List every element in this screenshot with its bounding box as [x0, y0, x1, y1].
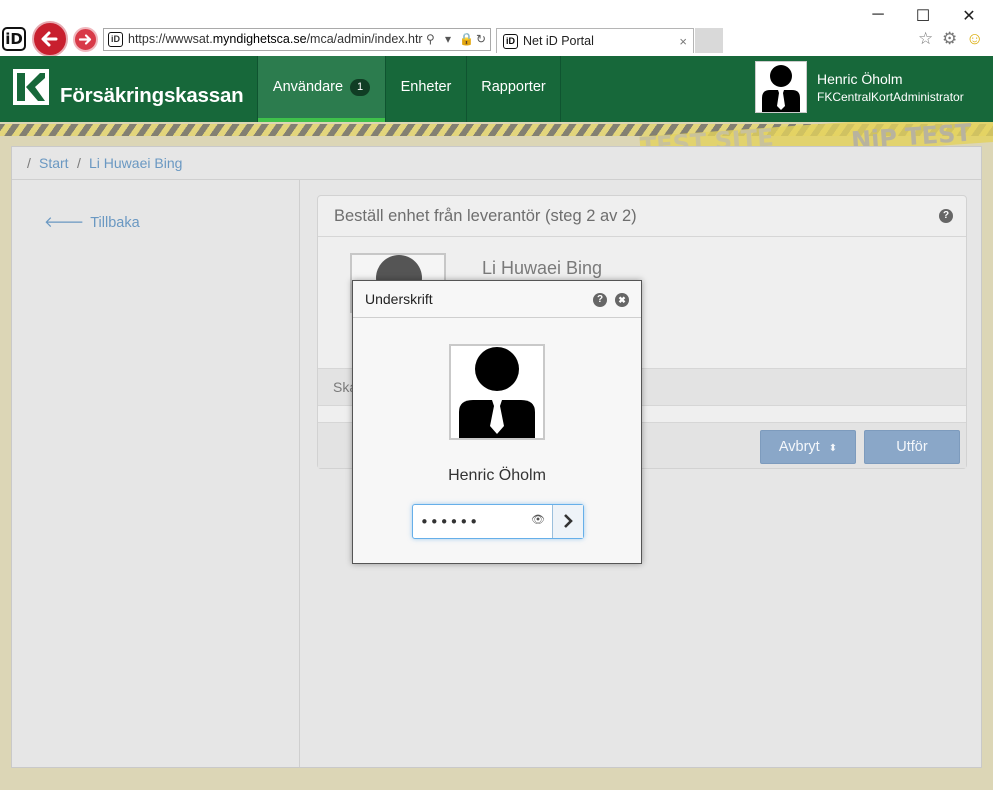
tab-favicon: iD — [503, 34, 518, 49]
address-bar[interactable]: iD https://wwwsat.myndighetsca.se/mca/ad… — [103, 28, 491, 51]
breadcrumb-user[interactable]: Li Huwaei Bing — [89, 147, 182, 180]
site-favicon: iD — [108, 32, 123, 47]
minimize-button[interactable]: ─ — [864, 6, 892, 24]
url-text[interactable]: https://wwwsat.myndighetsca.se/mca/admin… — [128, 29, 423, 50]
sort-caret-icon: ⬍ — [828, 443, 838, 454]
nav-anvandare[interactable]: Användare 1 — [257, 56, 386, 122]
new-tab-button[interactable] — [695, 28, 723, 53]
tab-title: Net iD Portal — [523, 34, 594, 48]
submit-button[interactable]: Utför — [864, 430, 960, 464]
user-name: Henric Öholm — [817, 71, 903, 87]
star-icon[interactable]: ☆ — [918, 29, 933, 49]
back-button[interactable] — [32, 21, 68, 57]
reveal-password-icon[interactable]: 👁 — [531, 513, 545, 526]
cancel-button-label: Avbryt — [778, 439, 820, 455]
gear-icon[interactable]: ⚙ — [942, 29, 957, 49]
user-silhouette-icon — [762, 65, 800, 112]
signer-name: Henric Öholm — [448, 467, 546, 484]
smiley-icon[interactable]: ☺ — [966, 29, 983, 49]
signature-dialog: Underskrift ? ✖ Henric Öholm 👁 — [352, 280, 642, 564]
nav-rapporter[interactable]: Rapporter — [467, 56, 561, 122]
tab-close-icon[interactable]: × — [679, 29, 687, 54]
dialog-header: Underskrift ? ✖ — [353, 281, 641, 318]
netid-app-icon: iD — [2, 27, 26, 51]
sign-submit-button[interactable] — [552, 505, 583, 538]
dropdown-icon[interactable]: ▾ — [445, 29, 451, 50]
forward-button[interactable] — [73, 27, 98, 52]
dialog-help-icon[interactable]: ? — [593, 293, 607, 307]
panel-title: Beställ enhet från leverantör (steg 2 av… — [318, 196, 966, 237]
signer-avatar — [449, 344, 545, 440]
breadcrumb-separator: / — [27, 155, 31, 171]
nav-enheter-label: Enheter — [400, 79, 452, 95]
nav-rapporter-label: Rapporter — [481, 79, 546, 95]
breadcrumb-separator: / — [77, 155, 81, 171]
user-avatar[interactable] — [755, 61, 807, 113]
back-link[interactable]: 🡐 Tillbaka — [44, 212, 140, 231]
arrow-left-icon — [41, 31, 58, 47]
forsakringskassan-logo[interactable] — [13, 69, 49, 105]
dialog-close-icon[interactable]: ✖ — [615, 293, 629, 307]
browser-chrome: ─ ☐ ✕ iD iD https://wwwsat.myndighetsca.… — [0, 0, 993, 57]
lock-icon[interactable]: 🔒 — [459, 29, 474, 50]
maximize-button[interactable]: ☐ — [909, 6, 937, 26]
browser-tab[interactable]: iD Net iD Portal × — [496, 28, 694, 53]
dialog-title: Underskrift — [365, 291, 433, 307]
nav-anvandare-label: Användare — [272, 79, 344, 95]
app-navbar: Försäkringskassan Användare 1 Enheter Rap… — [0, 56, 993, 122]
arrow-right-icon — [78, 34, 92, 45]
sidebar: 🡐 Tillbaka — [12, 180, 300, 767]
breadcrumb-start[interactable]: Start — [39, 147, 69, 180]
cancel-button[interactable]: Avbryt ⬍ — [760, 430, 856, 464]
help-icon[interactable]: ? — [939, 209, 953, 223]
arrow-left-icon: 🡐 — [44, 214, 85, 231]
signer-silhouette-icon — [459, 347, 535, 438]
panel-title-text: Beställ enhet från leverantör (steg 2 av… — [334, 207, 637, 225]
nav-badge-count: 1 — [350, 79, 371, 96]
brand-name: Försäkringskassan — [60, 84, 244, 107]
back-link-label: Tillbaka — [90, 215, 140, 231]
close-window-button[interactable]: ✕ — [955, 6, 983, 26]
refresh-icon[interactable]: ↻ — [476, 29, 486, 50]
logo-mark-icon — [17, 73, 45, 101]
nav-enheter[interactable]: Enheter — [386, 56, 467, 122]
user-role: FKCentralKortAdministrator — [817, 90, 964, 104]
chevron-right-icon — [564, 514, 573, 528]
breadcrumb: / Start / Li Huwaei Bing — [12, 147, 981, 180]
person-name: Li Huwaei Bing — [482, 258, 603, 278]
search-icon[interactable]: ⚲ — [426, 29, 435, 50]
password-field-group: 👁 — [412, 504, 584, 539]
